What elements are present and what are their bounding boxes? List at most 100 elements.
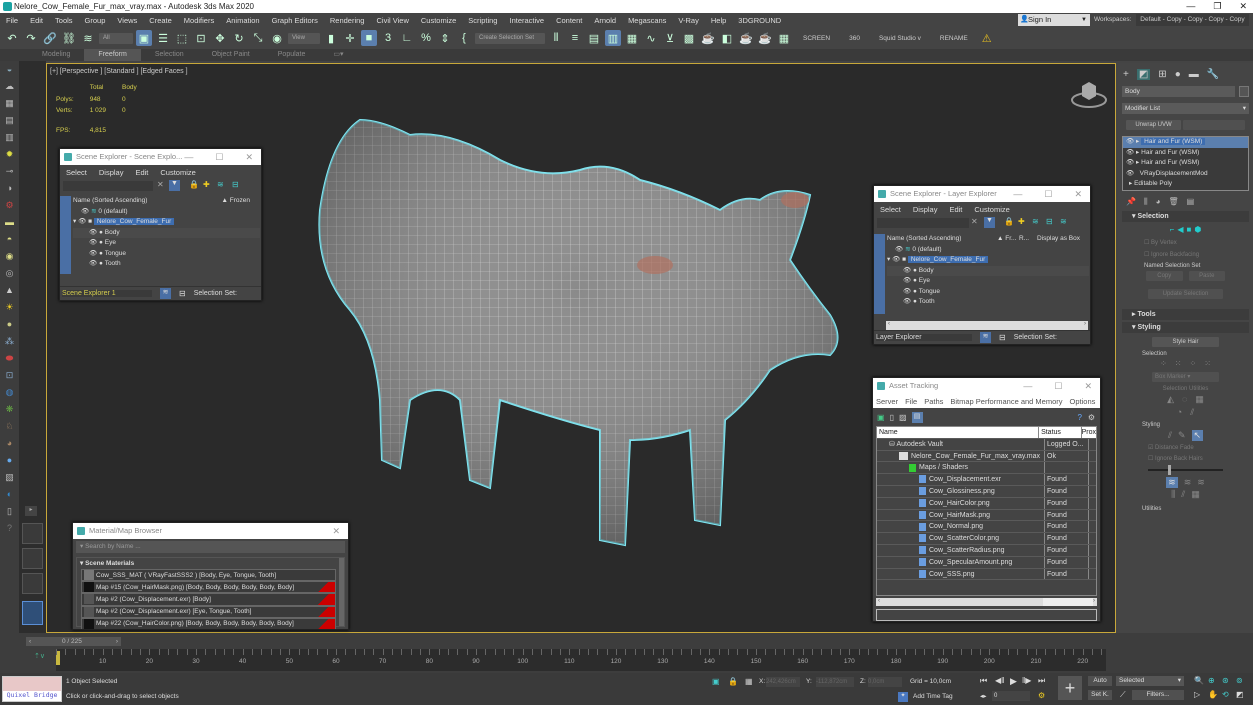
- asset-row[interactable]: Cow_SSS.png Found: [877, 568, 1096, 581]
- util-3-icon[interactable]: ▦: [1195, 394, 1204, 405]
- asset-row[interactable]: Cow_Glossiness.png Found: [877, 485, 1096, 498]
- col-name-header[interactable]: Name: [877, 427, 1040, 438]
- pin-stack-icon[interactable]: 📌: [1126, 197, 1136, 207]
- create-tab-icon[interactable]: +: [1123, 69, 1129, 80]
- object-color-swatch[interactable]: [1239, 86, 1249, 97]
- at-menu-server[interactable]: Server: [876, 397, 898, 406]
- create-selection-set-dropdown[interactable]: Create Selection Set: [475, 32, 545, 44]
- util-2-icon[interactable]: ◌: [1182, 394, 1187, 405]
- rollout-selection[interactable]: ▾ Selection: [1122, 211, 1249, 222]
- absolute-mode-icon[interactable]: ▦: [745, 677, 753, 686]
- clear-search-icon[interactable]: ✕: [971, 217, 978, 226]
- document-icon[interactable]: ▯: [4, 505, 16, 517]
- col-display-box-header[interactable]: Display as Box: [1037, 234, 1080, 245]
- polygon-mode-icon[interactable]: ■: [1187, 225, 1192, 234]
- element-mode-icon[interactable]: ⬢: [1194, 225, 1201, 234]
- orbit-icon[interactable]: ⟲: [1222, 690, 1229, 699]
- menu-vray[interactable]: V-Ray: [672, 16, 704, 25]
- rollout-tools[interactable]: ▸ Tools: [1122, 309, 1249, 320]
- help-icon[interactable]: ?: [4, 522, 16, 534]
- render-production-icon[interactable]: ☕: [757, 30, 773, 46]
- material-editor-icon[interactable]: ▩: [681, 30, 697, 46]
- render-icon[interactable]: ☕: [738, 30, 754, 46]
- maximize-button[interactable]: ❐: [1213, 0, 1221, 13]
- tab-modeling[interactable]: Modeling: [28, 49, 84, 61]
- viewport-label[interactable]: [+] [Perspective ] [Standard ] [Edged Fa…: [50, 68, 188, 75]
- maximize-button[interactable]: ☐: [215, 149, 223, 165]
- menu-help[interactable]: Help: [705, 16, 732, 25]
- sky-icon[interactable]: ●: [4, 454, 16, 466]
- y-coordinate-field[interactable]: -112,872cm: [816, 677, 854, 687]
- track-bar[interactable]: 10 20 30 40 50 60 70 80 90 100 110 120 130 140 150 160 1…: [56, 649, 1106, 671]
- viewcube-icon[interactable]: [1070, 80, 1108, 110]
- cow-model[interactable]: [300, 100, 860, 600]
- ribbon-icon[interactable]: ▦: [624, 30, 640, 46]
- add-layer-icon[interactable]: ✚: [203, 180, 210, 189]
- minimize-button[interactable]: —: [1023, 378, 1032, 394]
- layer-explorer-titlebar[interactable]: Scene Explorer - Layer Explorer — ☐ ✕: [874, 186, 1090, 202]
- angle-snap-icon[interactable]: ∟: [399, 30, 415, 46]
- pivot-icon[interactable]: ▮: [323, 30, 339, 46]
- hair-tool-5-icon[interactable]: ⫽: [1181, 489, 1185, 500]
- layout-quad-3[interactable]: [22, 573, 43, 594]
- menu-views[interactable]: Views: [111, 16, 143, 25]
- next-frame-icon[interactable]: ‖▶: [1022, 676, 1031, 685]
- asset-row[interactable]: Cow_SpecularAmount.png Found: [877, 556, 1096, 569]
- extra-toolbar-icon[interactable]: ▦: [776, 30, 792, 46]
- link-icon[interactable]: 🔗: [42, 30, 58, 46]
- rename-button[interactable]: RENAME: [940, 35, 968, 42]
- layer-explorer-icon[interactable]: ▥: [605, 30, 621, 46]
- menu-edit[interactable]: Edit: [24, 16, 49, 25]
- rock-icon[interactable]: ◕: [4, 437, 16, 449]
- plane-icon[interactable]: ▬: [4, 216, 16, 228]
- unwrap-uvw-button[interactable]: Unwrap UVW: [1126, 120, 1181, 130]
- modify-tab-icon[interactable]: ◩: [1136, 69, 1151, 80]
- zoom-icon[interactable]: 🔍: [1194, 676, 1204, 685]
- key-filter-dropdown[interactable]: Selected ▾: [1116, 676, 1184, 686]
- workspaces-selector[interactable]: Workspaces: Default - Copy - Copy - Copy…: [1094, 14, 1249, 26]
- z-coordinate-field[interactable]: 0,0cm: [868, 677, 902, 687]
- tab-freeform[interactable]: Freeform: [84, 49, 141, 61]
- workspace-dropdown[interactable]: Default - Copy - Copy - Copy - Copy: [1136, 14, 1249, 26]
- time-config-icon[interactable]: ⚙: [1038, 691, 1045, 700]
- vault-icon[interactable]: ▣: [877, 413, 885, 422]
- ignore-backfacing-checkbox[interactable]: ☐ Ignore Backfacing: [1118, 249, 1253, 261]
- col-status-header[interactable]: Status: [1039, 427, 1082, 438]
- explorer-name-dropdown[interactable]: Scene Explorer 1: [62, 290, 152, 297]
- se-menu-display[interactable]: Display: [99, 168, 124, 177]
- x-coordinate-field[interactable]: 242,426cm: [766, 677, 800, 687]
- animal-icon[interactable]: ♘: [4, 420, 16, 432]
- key-mode-icon[interactable]: ◂▸: [980, 692, 987, 700]
- layer-stack-icon[interactable]: ≋: [1060, 217, 1067, 226]
- slider-handle[interactable]: [1168, 465, 1171, 475]
- sun-icon[interactable]: ☀: [4, 301, 16, 313]
- menu-tools[interactable]: Tools: [49, 16, 79, 25]
- hair-tool-2-icon[interactable]: ≋: [1184, 477, 1192, 488]
- modifier-stack-item[interactable]: 👁 ▸ Hair and Fur (WSM): [1123, 158, 1248, 169]
- set-key-button[interactable]: Set K.: [1088, 690, 1112, 700]
- close-button[interactable]: ✕: [245, 149, 253, 165]
- hair-tool-1-icon[interactable]: ≋: [1166, 477, 1178, 488]
- isolate-selection-icon[interactable]: ▣: [712, 677, 720, 686]
- minimize-button[interactable]: —: [1013, 186, 1022, 202]
- hierarchy-icon[interactable]: ⊟: [232, 180, 239, 189]
- camera-icon[interactable]: ⊸: [4, 165, 16, 177]
- material-browser-titlebar[interactable]: Material/Map Browser ✕: [73, 523, 348, 539]
- menu-animation[interactable]: Animation: [220, 16, 265, 25]
- asset-row[interactable]: Cow_ScatterColor.png Found: [877, 533, 1096, 545]
- make-unique-icon[interactable]: ◕: [1156, 197, 1161, 207]
- asset-row[interactable]: Cow_HairMask.png Found: [877, 509, 1096, 522]
- shapes-icon[interactable]: ☁: [4, 80, 16, 92]
- light-icon[interactable]: ✹: [4, 148, 16, 160]
- select-tool-4-icon[interactable]: ⁙: [1204, 359, 1211, 368]
- tab-object-paint[interactable]: Object Paint: [198, 49, 264, 61]
- menu-group[interactable]: Group: [79, 16, 112, 25]
- 360-button[interactable]: 360: [849, 35, 860, 42]
- tab-selection[interactable]: Selection: [141, 49, 198, 61]
- col-frozen-header[interactable]: ▲ Fr...: [997, 234, 1016, 245]
- brush-icon[interactable]: ✎: [1178, 430, 1186, 441]
- percent-snap-icon[interactable]: %: [418, 30, 434, 46]
- manipulate-icon[interactable]: ✛: [342, 30, 358, 46]
- at-menu-file[interactable]: File: [905, 397, 917, 406]
- ignore-back-hairs-checkbox[interactable]: ☐ Ignore Back Hairs: [1118, 454, 1253, 465]
